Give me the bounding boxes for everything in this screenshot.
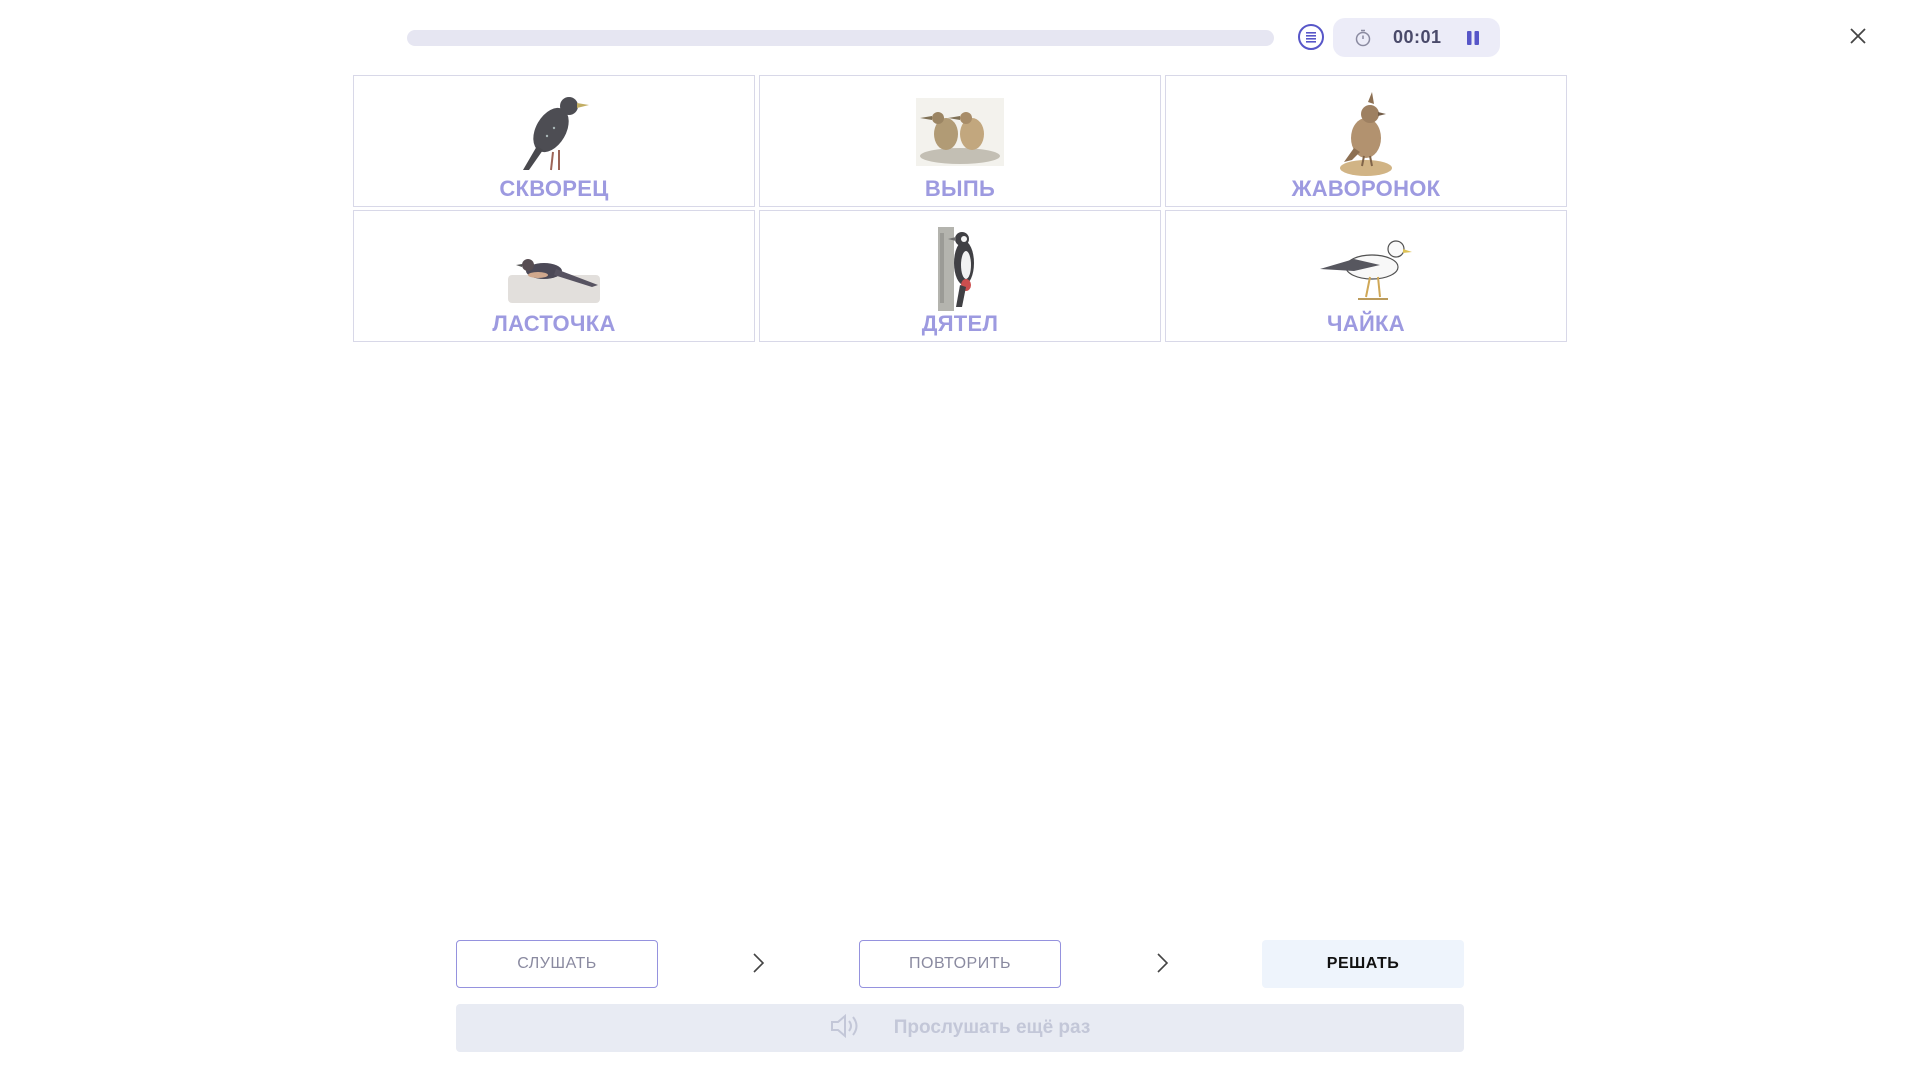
progress-bar [407, 30, 1274, 46]
answer-cards-grid: СКВОРЕЦ ВЫПЬ ЖАВОРОНОК ЛАСТОЧКА ДЯТЕЛ ЧА… [353, 75, 1567, 342]
replay-label: Прослушать ещё раз [893, 1017, 1091, 1038]
timer-value: 00:01 [1393, 27, 1442, 47]
pause-icon [1466, 30, 1479, 45]
task-list-button[interactable] [1298, 24, 1324, 50]
answer-card-label: ВЫПЬ [924, 176, 996, 201]
step-repeat-button[interactable]: ПОВТОРИТЬ [859, 940, 1061, 988]
starling-image [504, 88, 604, 176]
chevron-right-icon [748, 950, 768, 976]
answer-card-label: СКВОРЕЦ [499, 176, 609, 201]
woodpecker-image [910, 223, 1010, 311]
answer-card-bittern[interactable]: ВЫПЬ [759, 75, 1161, 207]
answer-card-label: ЛАСТОЧКА [492, 311, 616, 336]
close-icon [1850, 28, 1866, 44]
lark-image [1316, 88, 1416, 176]
step-solve-button[interactable]: РЕШАТЬ [1262, 940, 1464, 988]
speaker-icon [830, 1013, 862, 1044]
pause-button[interactable] [1464, 27, 1482, 49]
exercise-screen: 00:01 СКВОРЕЦ ВЫПЬ ЖАВОРОНОК ЛАСТОЧКА ДЯ… [0, 0, 1920, 1080]
close-button[interactable] [1846, 24, 1870, 48]
list-icon [1306, 32, 1316, 43]
answer-card-label: ЧАЙКА [1327, 311, 1405, 336]
answer-card-swallow[interactable]: ЛАСТОЧКА [353, 210, 755, 342]
gull-image [1316, 223, 1416, 311]
timer: 00:01 [1333, 18, 1500, 57]
answer-card-gull[interactable]: ЧАЙКА [1165, 210, 1567, 342]
stopwatch-icon [1353, 27, 1373, 49]
bittern-image [910, 88, 1010, 176]
replay-button[interactable]: Прослушать ещё раз [456, 1004, 1464, 1052]
answer-card-starling[interactable]: СКВОРЕЦ [353, 75, 755, 207]
answer-card-woodpecker[interactable]: ДЯТЕЛ [759, 210, 1161, 342]
answer-card-lark[interactable]: ЖАВОРОНОК [1165, 75, 1567, 207]
answer-card-label: ЖАВОРОНОК [1291, 176, 1441, 201]
answer-card-label: ДЯТЕЛ [921, 311, 999, 336]
swallow-image [504, 223, 604, 311]
step-listen-button[interactable]: СЛУШАТЬ [456, 940, 658, 988]
chevron-right-icon [1152, 950, 1172, 976]
